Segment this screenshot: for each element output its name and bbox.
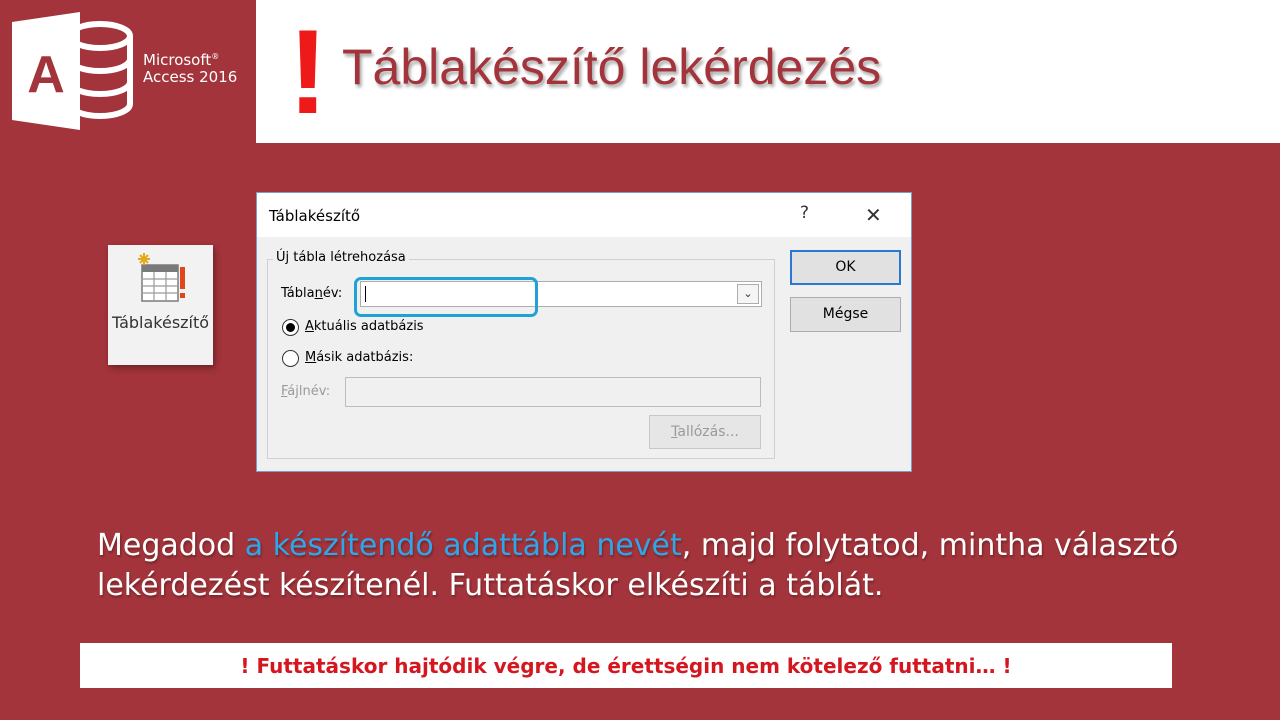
close-icon[interactable]: ✕ [865, 203, 882, 227]
make-table-ribbon-label: Táblakészítő [111, 313, 210, 332]
svg-text:A: A [27, 46, 65, 104]
warning-note-box: ! Futtatáskor hajtódik végre, de érettsé… [80, 643, 1172, 688]
radio-current-database[interactable] [282, 319, 299, 336]
logo-text: Microsoft® Access 2016 [143, 51, 238, 87]
logo-brand: Microsoft [143, 51, 212, 69]
make-table-dialog: Táblakészítő ? ✕ Új tábla létrehozása Tá… [256, 192, 912, 472]
chevron-down-icon[interactable]: ⌄ [737, 284, 759, 304]
dialog-title: Táblakészítő [269, 207, 361, 225]
logo-panel: A Microsoft® Access 2016 [0, 0, 256, 143]
warning-note-text: ! Futtatáskor hajtódik végre, de érettsé… [240, 654, 1012, 678]
radio-other-database[interactable] [282, 350, 299, 367]
make-table-icon [138, 253, 188, 310]
file-name-label: Fájlnév: [281, 384, 331, 399]
table-name-label: Táblanév: [281, 286, 343, 301]
description-text: Megadod a készítendő adattábla nevét, ma… [97, 528, 1179, 603]
exclamation-mark: ! [288, 5, 328, 139]
ok-button[interactable]: OK [790, 250, 901, 285]
radio-other-database-label[interactable]: Másik adatbázis: [305, 350, 413, 365]
logo-product: Access 2016 [143, 68, 238, 87]
browse-button[interactable]: Tallózás... [649, 415, 761, 449]
help-button[interactable]: ? [800, 203, 809, 223]
cancel-button[interactable]: Mégse [790, 297, 901, 332]
page-title: Táblakészítő lekérdezés [342, 39, 882, 95]
access-icon: A [12, 12, 134, 135]
highlight-outline [354, 277, 538, 317]
dialog-titlebar: Táblakészítő ? ✕ [257, 193, 911, 237]
make-table-ribbon-button[interactable]: Táblakészítő [108, 245, 213, 365]
group-label: Új tábla létrehozása [273, 250, 409, 265]
description-highlight: a készítendő adattábla nevét [244, 528, 682, 563]
file-name-field[interactable] [345, 377, 761, 407]
radio-current-database-label[interactable]: Aktuális adatbázis [305, 319, 424, 334]
